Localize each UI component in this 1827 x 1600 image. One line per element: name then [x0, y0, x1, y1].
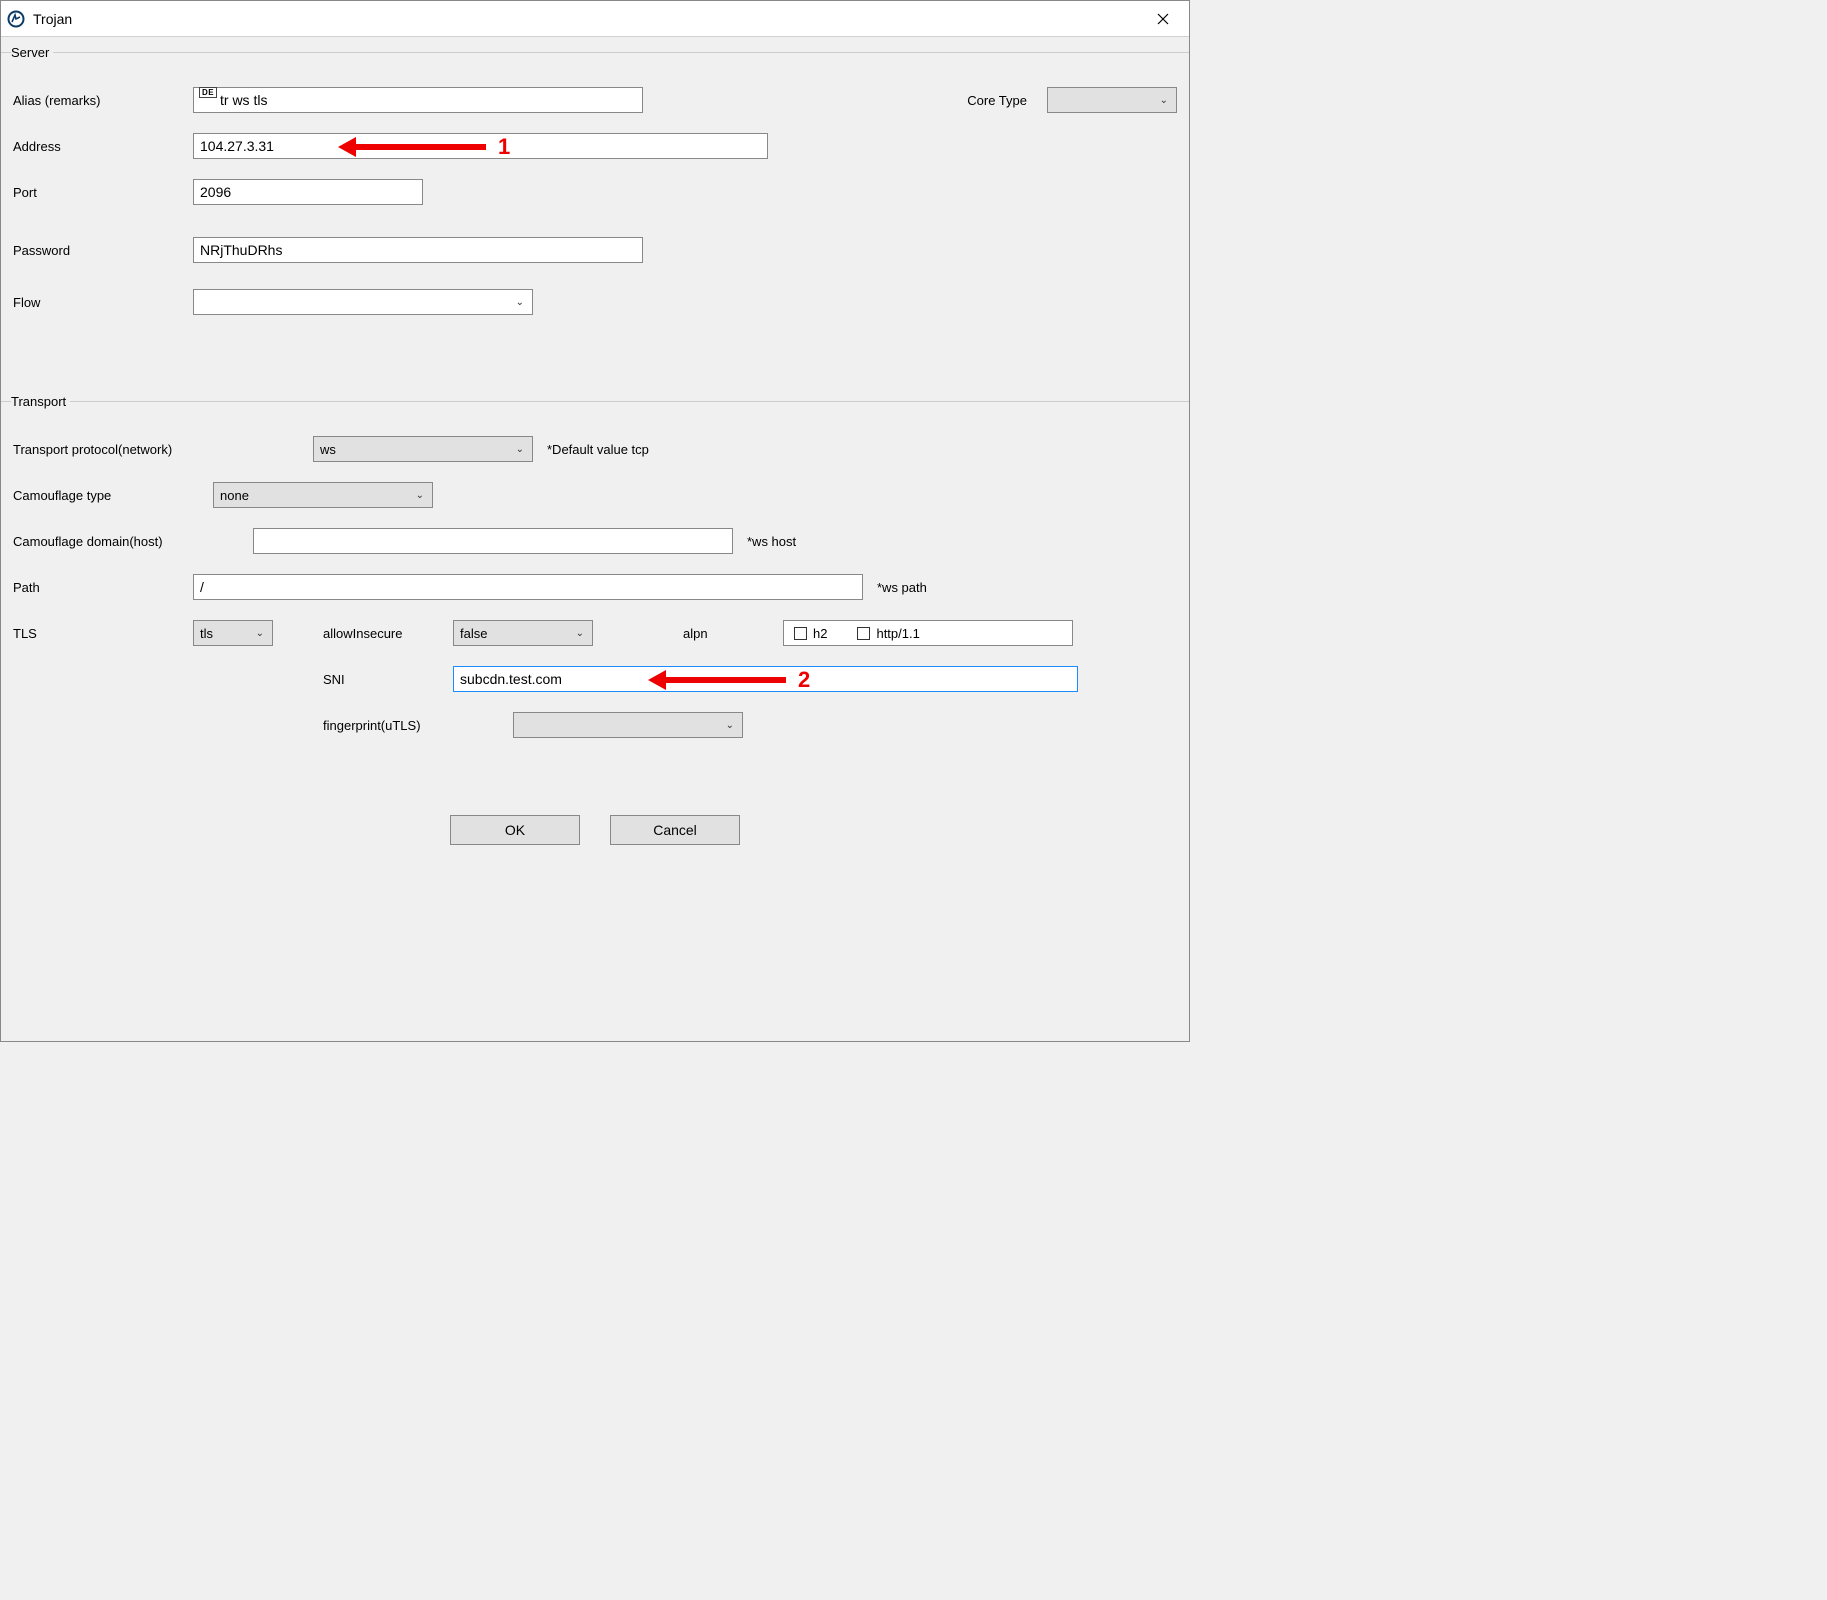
- dialog-buttons: OK Cancel: [1, 797, 1189, 867]
- path-label: Path: [13, 580, 193, 595]
- alpn-group: h2 http/1.1: [783, 620, 1073, 646]
- checkbox-icon: [794, 627, 807, 640]
- camouflage-type-value: none: [220, 488, 249, 503]
- chevron-down-icon: ⌄: [726, 720, 734, 731]
- transport-protocol-label: Transport protocol(network): [13, 442, 313, 457]
- path-input[interactable]: [193, 574, 863, 600]
- transport-protocol-select[interactable]: ws ⌄: [313, 436, 533, 462]
- address-label: Address: [13, 139, 193, 154]
- flow-label: Flow: [13, 295, 193, 310]
- password-input[interactable]: [193, 237, 643, 263]
- title-bar: Trojan: [1, 1, 1189, 37]
- port-label: Port: [13, 185, 193, 200]
- app-icon: [7, 10, 25, 28]
- chevron-down-icon: ⌄: [1160, 95, 1168, 106]
- server-group: Server Alias (remarks) DE Core Type ⌄ Ad…: [1, 45, 1189, 374]
- tls-label: TLS: [13, 626, 193, 641]
- transport-protocol-hint: *Default value tcp: [547, 442, 649, 457]
- camouflage-type-label: Camouflage type: [13, 488, 213, 503]
- alpn-h2-checkbox[interactable]: h2: [794, 626, 827, 641]
- alias-input[interactable]: [193, 87, 643, 113]
- chevron-down-icon: ⌄: [516, 444, 524, 455]
- sni-label: SNI: [323, 672, 453, 687]
- allow-insecure-select[interactable]: false ⌄: [453, 620, 593, 646]
- close-button[interactable]: [1143, 1, 1183, 37]
- camouflage-type-select[interactable]: none ⌄: [213, 482, 433, 508]
- chevron-down-icon: ⌄: [516, 297, 524, 308]
- transport-protocol-value: ws: [320, 442, 336, 457]
- path-hint: *ws path: [877, 580, 927, 595]
- core-type-label: Core Type: [967, 93, 1027, 108]
- dialog-body: Server Alias (remarks) DE Core Type ⌄ Ad…: [1, 37, 1189, 1041]
- camouflage-domain-label: Camouflage domain(host): [13, 534, 253, 549]
- allow-insecure-label: allowInsecure: [323, 626, 453, 641]
- window-title: Trojan: [33, 11, 72, 27]
- allow-insecure-value: false: [460, 626, 487, 641]
- chevron-down-icon: ⌄: [256, 628, 264, 639]
- transport-group: Transport Transport protocol(network) ws…: [1, 394, 1189, 797]
- port-input[interactable]: [193, 179, 423, 205]
- tls-value: tls: [200, 626, 213, 641]
- fingerprint-select[interactable]: ⌄: [513, 712, 743, 738]
- alpn-label: alpn: [683, 626, 783, 641]
- transport-legend: Transport: [11, 394, 70, 409]
- checkbox-icon: [857, 627, 870, 640]
- ok-button[interactable]: OK: [450, 815, 580, 845]
- chevron-down-icon: ⌄: [416, 490, 424, 501]
- camouflage-domain-hint: *ws host: [747, 534, 796, 549]
- tls-select[interactable]: tls ⌄: [193, 620, 273, 646]
- flow-select[interactable]: ⌄: [193, 289, 533, 315]
- address-input[interactable]: [193, 133, 768, 159]
- dialog-window: Trojan Server Alias (remarks) DE Core Ty…: [0, 0, 1190, 1042]
- core-type-select[interactable]: ⌄: [1047, 87, 1177, 113]
- alpn-http11-checkbox[interactable]: http/1.1: [857, 626, 919, 641]
- server-legend: Server: [11, 45, 53, 60]
- password-label: Password: [13, 243, 193, 258]
- sni-input[interactable]: [453, 666, 1078, 692]
- chevron-down-icon: ⌄: [576, 628, 584, 639]
- alias-flag-badge: DE: [199, 87, 217, 98]
- alias-label: Alias (remarks): [13, 93, 193, 108]
- close-icon: [1157, 13, 1169, 25]
- fingerprint-label: fingerprint(uTLS): [323, 718, 513, 733]
- cancel-button[interactable]: Cancel: [610, 815, 740, 845]
- camouflage-domain-input[interactable]: [253, 528, 733, 554]
